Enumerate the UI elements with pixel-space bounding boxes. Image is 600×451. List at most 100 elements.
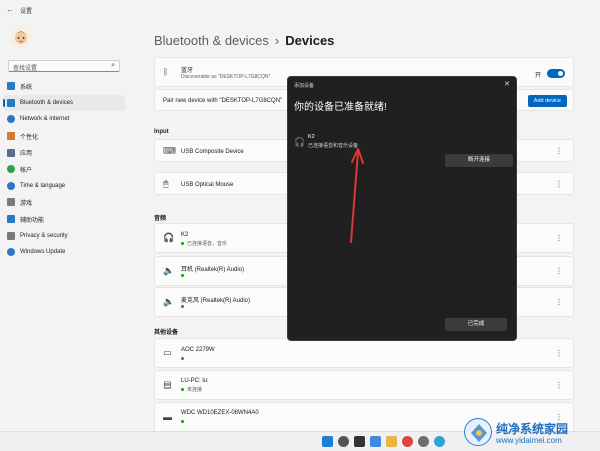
speaker-icon: 🔈 bbox=[163, 296, 175, 307]
headphones-icon: 🎧 bbox=[163, 232, 175, 243]
start-icon[interactable] bbox=[322, 436, 333, 447]
sidebar-item-label: 个性化 bbox=[20, 134, 39, 141]
more-options-icon[interactable]: ⋮ bbox=[555, 267, 563, 276]
more-options-icon[interactable]: ⋮ bbox=[555, 179, 563, 188]
display-icon: ▭ bbox=[163, 347, 172, 358]
dialog-caption: 添加设备 bbox=[294, 83, 315, 89]
pair-device-text: Pair new device with "DESKTOP-L7G8CQN" bbox=[163, 98, 283, 104]
sidebar-item-label: 系统 bbox=[20, 84, 33, 91]
task-view-icon[interactable] bbox=[354, 436, 365, 447]
page-title: Devices bbox=[285, 33, 335, 48]
disconnect-button[interactable]: 断开连接 bbox=[445, 154, 513, 167]
sidebar-item-bluetooth-devices[interactable]: Bluetooth & devices bbox=[3, 94, 125, 112]
add-device-button[interactable]: Add device bbox=[527, 95, 567, 107]
widgets-icon[interactable] bbox=[370, 436, 381, 447]
section-audio: 音频 bbox=[154, 216, 167, 222]
sidebar-item-time-language[interactable]: Time & language bbox=[3, 178, 125, 195]
device-status: 已连接语音，音乐 bbox=[181, 240, 227, 247]
more-options-icon[interactable]: ⋮ bbox=[555, 298, 563, 307]
device-name: 耳机 (Realtek(R) Audio) bbox=[181, 267, 245, 273]
sidebar-item-label: Time & language bbox=[20, 182, 66, 189]
sidebar-item-personalization[interactable]: 个性化 bbox=[3, 128, 125, 145]
connected-dot bbox=[181, 242, 184, 246]
taskbar-icons bbox=[322, 436, 445, 447]
network-icon bbox=[7, 115, 15, 124]
sidebar-item-label: Network & internet bbox=[20, 116, 70, 123]
section-input: Input bbox=[154, 129, 169, 135]
device-name: AOC 2279W bbox=[181, 347, 215, 353]
dialog-device-status: 已连接语音和音乐设备 bbox=[308, 143, 359, 149]
sidebar-item-label: 辅助功能 bbox=[20, 217, 45, 224]
device-name: K2 bbox=[181, 232, 189, 238]
search-placeholder: 查找设置 bbox=[13, 66, 38, 72]
connected-dot bbox=[181, 388, 184, 392]
more-options-icon[interactable]: ⋮ bbox=[555, 146, 563, 155]
sidebar-item-apps[interactable]: 应用 bbox=[3, 144, 125, 161]
device-name: LU-PC: lu: bbox=[181, 378, 209, 384]
sidebar-item-label: 帐户 bbox=[20, 167, 33, 174]
connected-dot bbox=[181, 420, 184, 424]
device-card[interactable]: ▭ AOC 2279W ⋮ bbox=[154, 338, 574, 368]
device-name: USB Optical Mouse bbox=[181, 182, 234, 188]
more-options-icon[interactable]: ⋮ bbox=[555, 349, 563, 358]
file-explorer-icon[interactable] bbox=[386, 436, 397, 447]
bluetooth-title: 蓝牙 bbox=[181, 68, 194, 74]
title-bar: ← 设置 bbox=[0, 0, 600, 20]
globe-clock-icon bbox=[7, 181, 15, 190]
gamepad-icon bbox=[7, 198, 15, 207]
sidebar-item-windows-update[interactable]: Windows Update bbox=[3, 244, 125, 261]
device-name: 麦克风 (Realtek(R) Audio) bbox=[181, 298, 251, 304]
chrome-icon[interactable] bbox=[402, 436, 413, 447]
bluetooth-icon: ᛒ bbox=[163, 67, 169, 77]
device-name: WDC WD10EZEX-08WN4A0 bbox=[181, 410, 259, 416]
sidebar-item-gaming[interactable]: 游戏 bbox=[3, 194, 125, 211]
drive-icon: ▬ bbox=[163, 412, 172, 422]
more-options-icon[interactable]: ⋮ bbox=[555, 234, 563, 243]
device-icon: ▤ bbox=[163, 379, 172, 390]
apps-icon bbox=[7, 148, 15, 157]
settings-icon[interactable] bbox=[418, 436, 429, 447]
headphones-icon: 🎧 bbox=[294, 137, 306, 147]
window-title: 设置 bbox=[20, 9, 33, 15]
sidebar-item-system[interactable]: 系统 bbox=[3, 78, 125, 95]
connected-dot bbox=[181, 357, 184, 361]
keyboard-icon: ⌨ bbox=[163, 145, 176, 155]
more-options-icon[interactable]: ⋮ bbox=[555, 381, 563, 390]
sidebar-item-label: Privacy & security bbox=[20, 232, 68, 239]
sidebar: 查找设置 ⌕ 系统 Bluetooth & devices Network & … bbox=[0, 20, 135, 431]
browser-icon[interactable] bbox=[434, 436, 445, 447]
watermark-title: 纯净系统家园 bbox=[496, 422, 569, 436]
section-other: 其他设备 bbox=[154, 330, 179, 336]
brush-icon bbox=[7, 132, 15, 141]
watermark: 纯净系统家园 www.yidaimei.com bbox=[460, 416, 598, 450]
sidebar-item-accounts[interactable]: 帐户 bbox=[3, 161, 125, 178]
bluetooth-toggle[interactable] bbox=[547, 69, 565, 78]
sidebar-nav: 系统 Bluetooth & devices Network & interne… bbox=[3, 78, 125, 261]
breadcrumb-parent[interactable]: Bluetooth & devices bbox=[154, 33, 269, 48]
device-status: 未连接 bbox=[181, 386, 202, 393]
bluetooth-icon bbox=[7, 98, 15, 107]
sidebar-item-network[interactable]: Network & internet bbox=[3, 111, 125, 128]
connected-dot bbox=[181, 274, 184, 278]
sidebar-item-label: 应用 bbox=[20, 151, 33, 158]
shield-icon bbox=[7, 231, 15, 240]
avatar[interactable] bbox=[10, 26, 32, 48]
dialog-device-name: K2 bbox=[308, 134, 315, 140]
close-icon[interactable]: ✕ bbox=[504, 80, 510, 88]
mouse-icon: 🖱 bbox=[163, 178, 169, 188]
connected-dot bbox=[181, 305, 184, 309]
device-status bbox=[181, 304, 187, 310]
sidebar-item-accessibility[interactable]: 辅助功能 bbox=[3, 211, 125, 228]
sidebar-item-privacy[interactable]: Privacy & security bbox=[3, 227, 125, 244]
device-status-text: 已连接语音，音乐 bbox=[187, 241, 228, 247]
done-button[interactable]: 已完成 bbox=[445, 318, 507, 331]
back-arrow-icon[interactable]: ← bbox=[6, 5, 14, 14]
sidebar-item-label: Windows Update bbox=[20, 249, 66, 256]
search-input[interactable]: 查找设置 ⌕ bbox=[8, 60, 120, 72]
device-status bbox=[181, 419, 187, 425]
device-card[interactable]: ▤ LU-PC: lu: 未连接 ⋮ bbox=[154, 370, 574, 400]
dialog-heading: 你的设备已准备就绪! bbox=[294, 102, 387, 113]
sidebar-item-label: Bluetooth & devices bbox=[20, 99, 74, 106]
search-icon[interactable] bbox=[338, 436, 349, 447]
account-icon bbox=[7, 165, 15, 174]
